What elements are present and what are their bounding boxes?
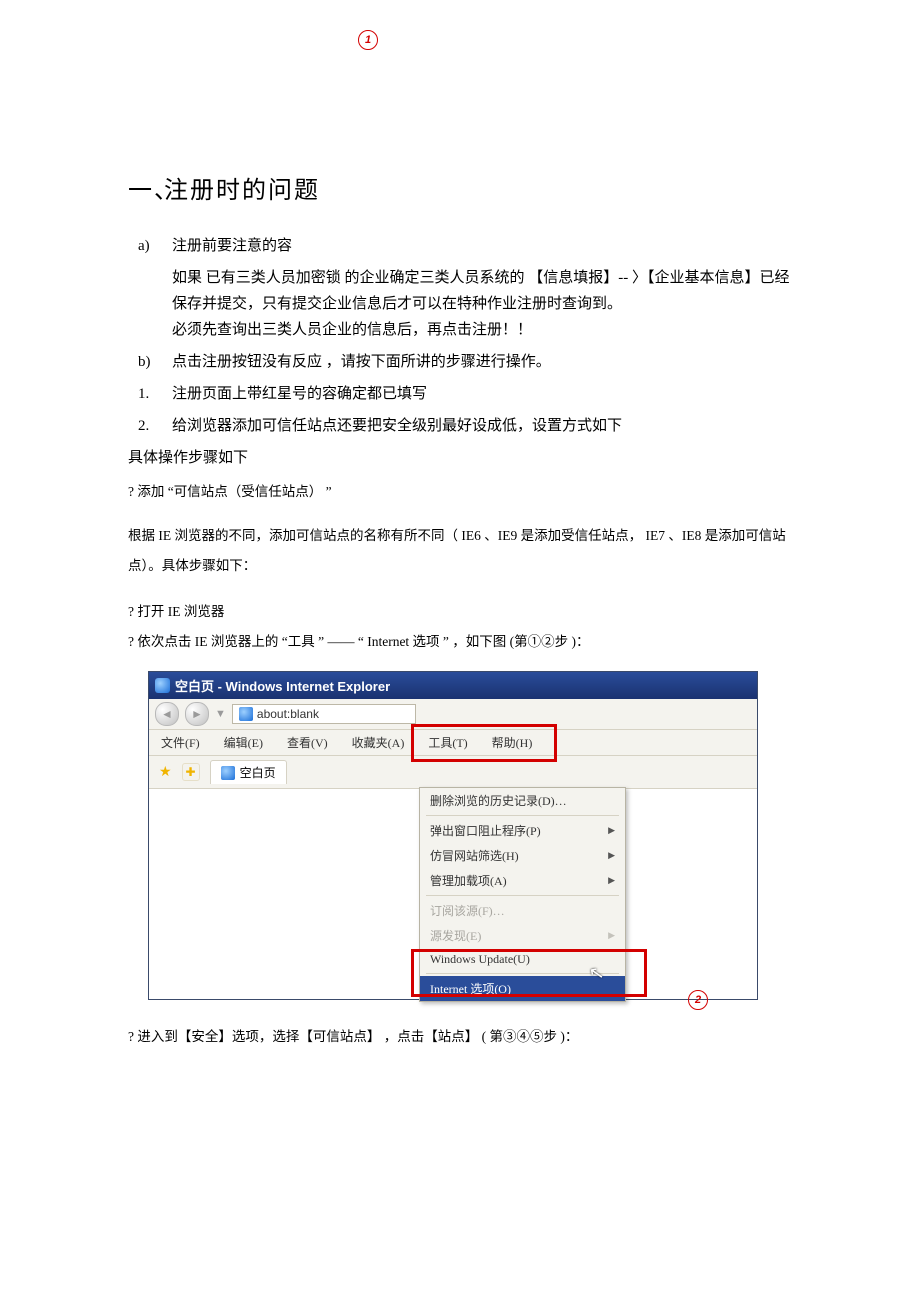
callout-2: 2: [688, 990, 708, 1010]
menu-file[interactable]: 文件(F): [161, 734, 200, 751]
item-b-title: 点击注册按钮没有反应 ，请按下面所讲的步骤进行操作。: [172, 354, 551, 370]
menu-separator: [426, 815, 619, 816]
heading-num: 一、: [128, 170, 164, 205]
submenu-arrow-icon: ▶: [608, 875, 615, 886]
submenu-arrow-icon: ▶: [608, 825, 615, 836]
add-favorite-icon[interactable]: ✚: [182, 763, 200, 781]
bullet-open-ie: ? 打开 IE 浏览器: [128, 601, 792, 623]
item-2-label: 2.: [138, 413, 172, 439]
ie-tabbar: ★ ✚ 空白页: [149, 756, 757, 789]
item-a: a)注册前要注意的容: [138, 233, 792, 259]
item-b: b)点击注册按钮没有反应 ，请按下面所讲的步骤进行操作。: [138, 349, 792, 375]
menu-delete-history[interactable]: 删除浏览的历史记录(D)…: [420, 788, 625, 813]
item-1-label: 1.: [138, 381, 172, 407]
back-button[interactable]: ◄: [155, 702, 179, 726]
item-a-body1: 如果 已有三类人员加密锁 的企业确定三类人员系统的 【信息填报】-- 〉【企业基…: [172, 265, 792, 317]
item-a-title: 注册前要注意的容: [172, 238, 292, 254]
page-icon: [239, 707, 253, 721]
menu-help[interactable]: 帮助(H): [492, 734, 533, 751]
item-2: 2.给浏览器添加可信任站点还要把安全级别最好设成低，设置方式如下: [138, 413, 792, 439]
forward-button[interactable]: ►: [185, 702, 209, 726]
menu-feed-discovery: 源发现(E)▶: [420, 923, 625, 948]
favorites-icon[interactable]: ★: [159, 764, 172, 781]
ie-viewport: 删除浏览的历史记录(D)… 弹出窗口阻止程序(P)▶ 仿冒网站筛选(H)▶ 管理…: [149, 789, 757, 999]
ie-navbar: ◄ ► ▼ about:blank 1: [149, 699, 757, 730]
tab-blank[interactable]: 空白页: [210, 760, 287, 784]
dropdown-icon[interactable]: ▼: [215, 708, 226, 720]
ie-menubar: 文件(F) 编辑(E) 查看(V) 收藏夹(A) 工具(T) 帮助(H): [149, 730, 757, 756]
item-1-title: 注册页面上带红星号的容确定都已填写: [172, 386, 427, 402]
menu-subscribe-feed: 订阅该源(F)…: [420, 898, 625, 923]
menu-tools[interactable]: 工具(T): [428, 734, 467, 751]
address-bar[interactable]: about:blank: [232, 704, 416, 724]
heading-title: 注册时的问题: [164, 178, 320, 204]
submenu-arrow-icon: ▶: [608, 850, 615, 861]
ie-screenshot: 空白页 - Windows Internet Explorer ◄ ► ▼ ab…: [148, 671, 758, 1000]
menu-view[interactable]: 查看(V): [287, 734, 328, 751]
menu-edit[interactable]: 编辑(E): [224, 734, 263, 751]
tab-icon: [221, 766, 235, 780]
bullet-security-tab: ? 进入到【安全】选项，选择【可信站点】 ，点击【站点】 ( 第③④⑤步 )：: [128, 1026, 792, 1048]
tab-label: 空白页: [240, 764, 276, 781]
item-2-title: 给浏览器添加可信任站点还要把安全级别最好设成低，设置方式如下: [172, 418, 622, 434]
menu-popup-blocker[interactable]: 弹出窗口阻止程序(P)▶: [420, 818, 625, 843]
item-b-label: b): [138, 349, 172, 375]
ie-version-note: 根据 IE 浏览器的不同，添加可信站点的名称有所不同（ IE6 、IE9 是添加…: [128, 521, 792, 581]
menu-phishing-filter[interactable]: 仿冒网站筛选(H)▶: [420, 843, 625, 868]
menu-separator: [426, 895, 619, 896]
heading-1: 一、注册时的问题: [128, 170, 792, 205]
address-text: about:blank: [257, 707, 319, 721]
spec-text: 具体操作步骤如下: [128, 445, 792, 471]
submenu-arrow-icon: ▶: [608, 930, 615, 941]
ie-title-text: 空白页 - Windows Internet Explorer: [175, 676, 390, 695]
bullet-add-trusted: ? 添加 “可信站点（受信任站点） ”: [128, 481, 792, 503]
menu-manage-addons[interactable]: 管理加载项(A)▶: [420, 868, 625, 893]
ie-icon: [155, 678, 170, 693]
menu-favorites[interactable]: 收藏夹(A): [352, 734, 405, 751]
item-1: 1.注册页面上带红星号的容确定都已填写: [138, 381, 792, 407]
bullet-tools-internet-options: ? 依次点击 IE 浏览器上的 “工具 ” —— “ Internet 选项 ”…: [128, 631, 792, 653]
item-a-label: a): [138, 233, 172, 259]
callout-1: 1: [358, 30, 378, 50]
item-a-body2: 必须先查询出三类人员企业的信息后，再点击注册！！: [172, 317, 792, 343]
ie-titlebar: 空白页 - Windows Internet Explorer: [149, 672, 757, 699]
